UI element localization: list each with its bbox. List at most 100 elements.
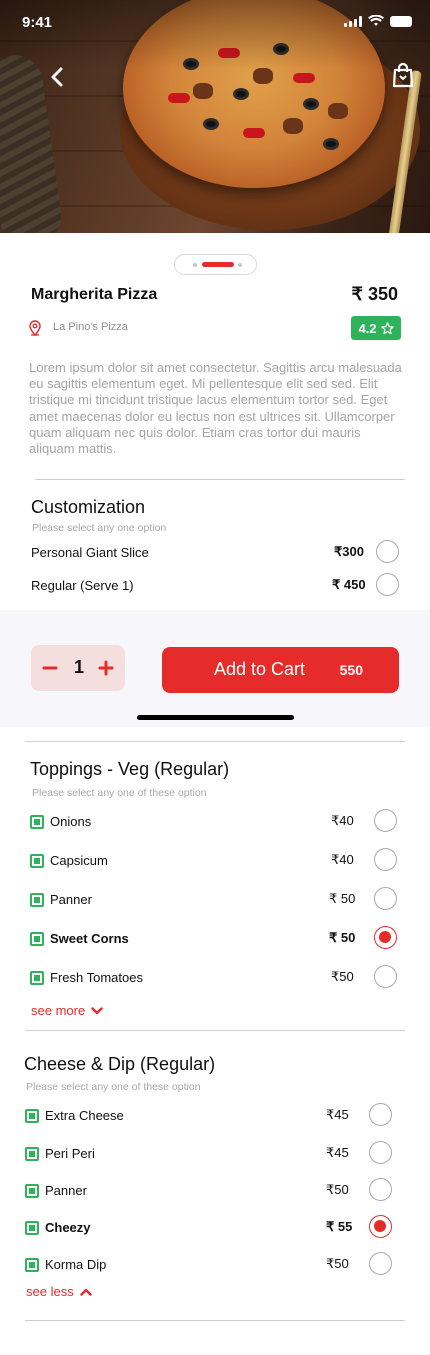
minus-icon (42, 666, 58, 670)
veg-indicator-icon (25, 1109, 39, 1123)
cart-button[interactable] (386, 58, 420, 92)
option-radio-selected[interactable] (369, 1215, 392, 1238)
status-time: 9:41 (22, 14, 53, 31)
option-price: ₹50 (331, 969, 354, 984)
option-radio[interactable] (376, 573, 399, 596)
cheese-option[interactable]: Cheezy ₹ 55 (25, 1215, 395, 1241)
product-name: Margherita Pizza (31, 286, 158, 303)
status-icons (344, 15, 412, 27)
topping-option[interactable]: Onions ₹40 (30, 809, 400, 835)
veg-indicator-icon (30, 854, 44, 868)
divider (25, 1320, 405, 1321)
customization-option[interactable]: Personal Giant Slice ₹300 (31, 540, 401, 566)
customization-title: Customization (31, 497, 146, 517)
option-name: Capsicum (50, 853, 108, 868)
topping-option[interactable]: Panner ₹ 50 (30, 887, 400, 913)
add-to-cart-button[interactable]: Add to Cart 550 (162, 647, 399, 693)
decrease-button[interactable] (40, 658, 60, 678)
status-bar: 9:41 (0, 0, 430, 44)
chevron-up-icon (80, 1288, 92, 1296)
option-price: ₹50 (326, 1182, 349, 1197)
option-name: Sweet Corns (50, 931, 129, 946)
option-name: Panner (45, 1183, 87, 1198)
cheese-subtitle: Please select any one of these option (26, 1081, 201, 1093)
option-name: Onions (50, 814, 92, 829)
option-radio[interactable] (374, 848, 397, 871)
see-more-label: see more (31, 1003, 86, 1018)
option-name: Regular (Serve 1) (31, 578, 134, 593)
option-price: ₹40 (331, 852, 354, 867)
chevron-down-icon (91, 1006, 103, 1014)
option-price: ₹50 (326, 1256, 349, 1271)
option-radio[interactable] (369, 1141, 392, 1164)
veg-indicator-icon (30, 893, 44, 907)
increase-button[interactable] (96, 658, 116, 678)
restaurant-name[interactable]: La Pino's Pizza (53, 321, 128, 333)
veg-indicator-icon (30, 971, 44, 985)
shopping-bag-icon (392, 62, 414, 88)
cheese-option[interactable]: Korma Dip ₹50 (25, 1252, 395, 1278)
option-name: Panner (50, 892, 92, 907)
rating-value: 4.2 (358, 320, 377, 336)
veg-indicator-icon (25, 1221, 39, 1235)
option-radio-selected[interactable] (374, 926, 397, 949)
option-name: Fresh Tomatoes (50, 970, 143, 985)
toppings-subtitle: Please select any one of these option (32, 787, 207, 799)
option-price: ₹ 50 (329, 891, 356, 906)
option-price: ₹ 450 (332, 577, 366, 592)
cheese-option[interactable]: Extra Cheese ₹45 (25, 1103, 395, 1129)
option-name: Personal Giant Slice (31, 545, 149, 560)
see-less-link[interactable]: see less (26, 1284, 92, 1299)
topping-option[interactable]: Sweet Corns ₹ 50 (30, 926, 400, 952)
option-price: ₹ 50 (329, 930, 356, 945)
divider (25, 1030, 405, 1031)
battery-icon (390, 15, 412, 27)
toppings-title: Toppings - Veg (Regular) (30, 759, 230, 779)
option-radio[interactable] (374, 887, 397, 910)
veg-indicator-icon (25, 1147, 39, 1161)
cart-total: 550 (339, 662, 363, 678)
option-radio[interactable] (374, 965, 397, 988)
option-radio[interactable] (369, 1178, 392, 1201)
option-name: Extra Cheese (45, 1108, 124, 1123)
option-radio[interactable] (369, 1103, 392, 1126)
see-more-link[interactable]: see more (31, 1003, 103, 1018)
product-description: Lorem ipsum dolor sit amet consectetur. … (29, 360, 402, 457)
cheese-title: Cheese & Dip (Regular) (24, 1054, 216, 1074)
option-name: Cheezy (45, 1220, 91, 1235)
chevron-left-icon (51, 67, 63, 87)
option-name: Korma Dip (45, 1257, 107, 1272)
cheese-option[interactable]: Panner ₹50 (25, 1178, 395, 1204)
option-price: ₹40 (331, 813, 354, 828)
veg-indicator-icon (25, 1258, 39, 1272)
wifi-icon (368, 15, 384, 26)
option-radio[interactable] (374, 809, 397, 832)
veg-indicator-icon (25, 1184, 39, 1198)
option-price: ₹ 55 (326, 1219, 353, 1234)
customization-option[interactable]: Regular (Serve 1) ₹ 450 (31, 573, 401, 599)
add-to-cart-label: Add to Cart (214, 659, 306, 679)
topping-option[interactable]: Fresh Tomatoes ₹50 (30, 965, 400, 991)
option-radio[interactable] (369, 1252, 392, 1275)
customization-subtitle: Please select any one option (32, 522, 167, 534)
map-pin-icon (29, 320, 41, 336)
see-less-label: see less (26, 1284, 74, 1299)
option-name: Peri Peri (45, 1146, 95, 1161)
signal-icon (344, 15, 362, 27)
veg-indicator-icon (30, 815, 44, 829)
divider (35, 479, 405, 480)
quantity-value: 1 (73, 657, 84, 677)
option-price: ₹45 (326, 1145, 349, 1160)
cheese-option[interactable]: Peri Peri ₹45 (25, 1141, 395, 1167)
star-icon (380, 321, 394, 334)
veg-indicator-icon (30, 932, 44, 946)
plus-icon (98, 660, 114, 676)
quantity-stepper[interactable]: 1 (31, 645, 125, 691)
divider (25, 741, 405, 742)
back-button[interactable] (40, 60, 74, 94)
image-pager[interactable] (174, 254, 257, 275)
home-indicator (137, 715, 294, 720)
option-price: ₹300 (334, 544, 364, 559)
topping-option[interactable]: Capsicum ₹40 (30, 848, 400, 874)
option-radio[interactable] (376, 540, 399, 563)
